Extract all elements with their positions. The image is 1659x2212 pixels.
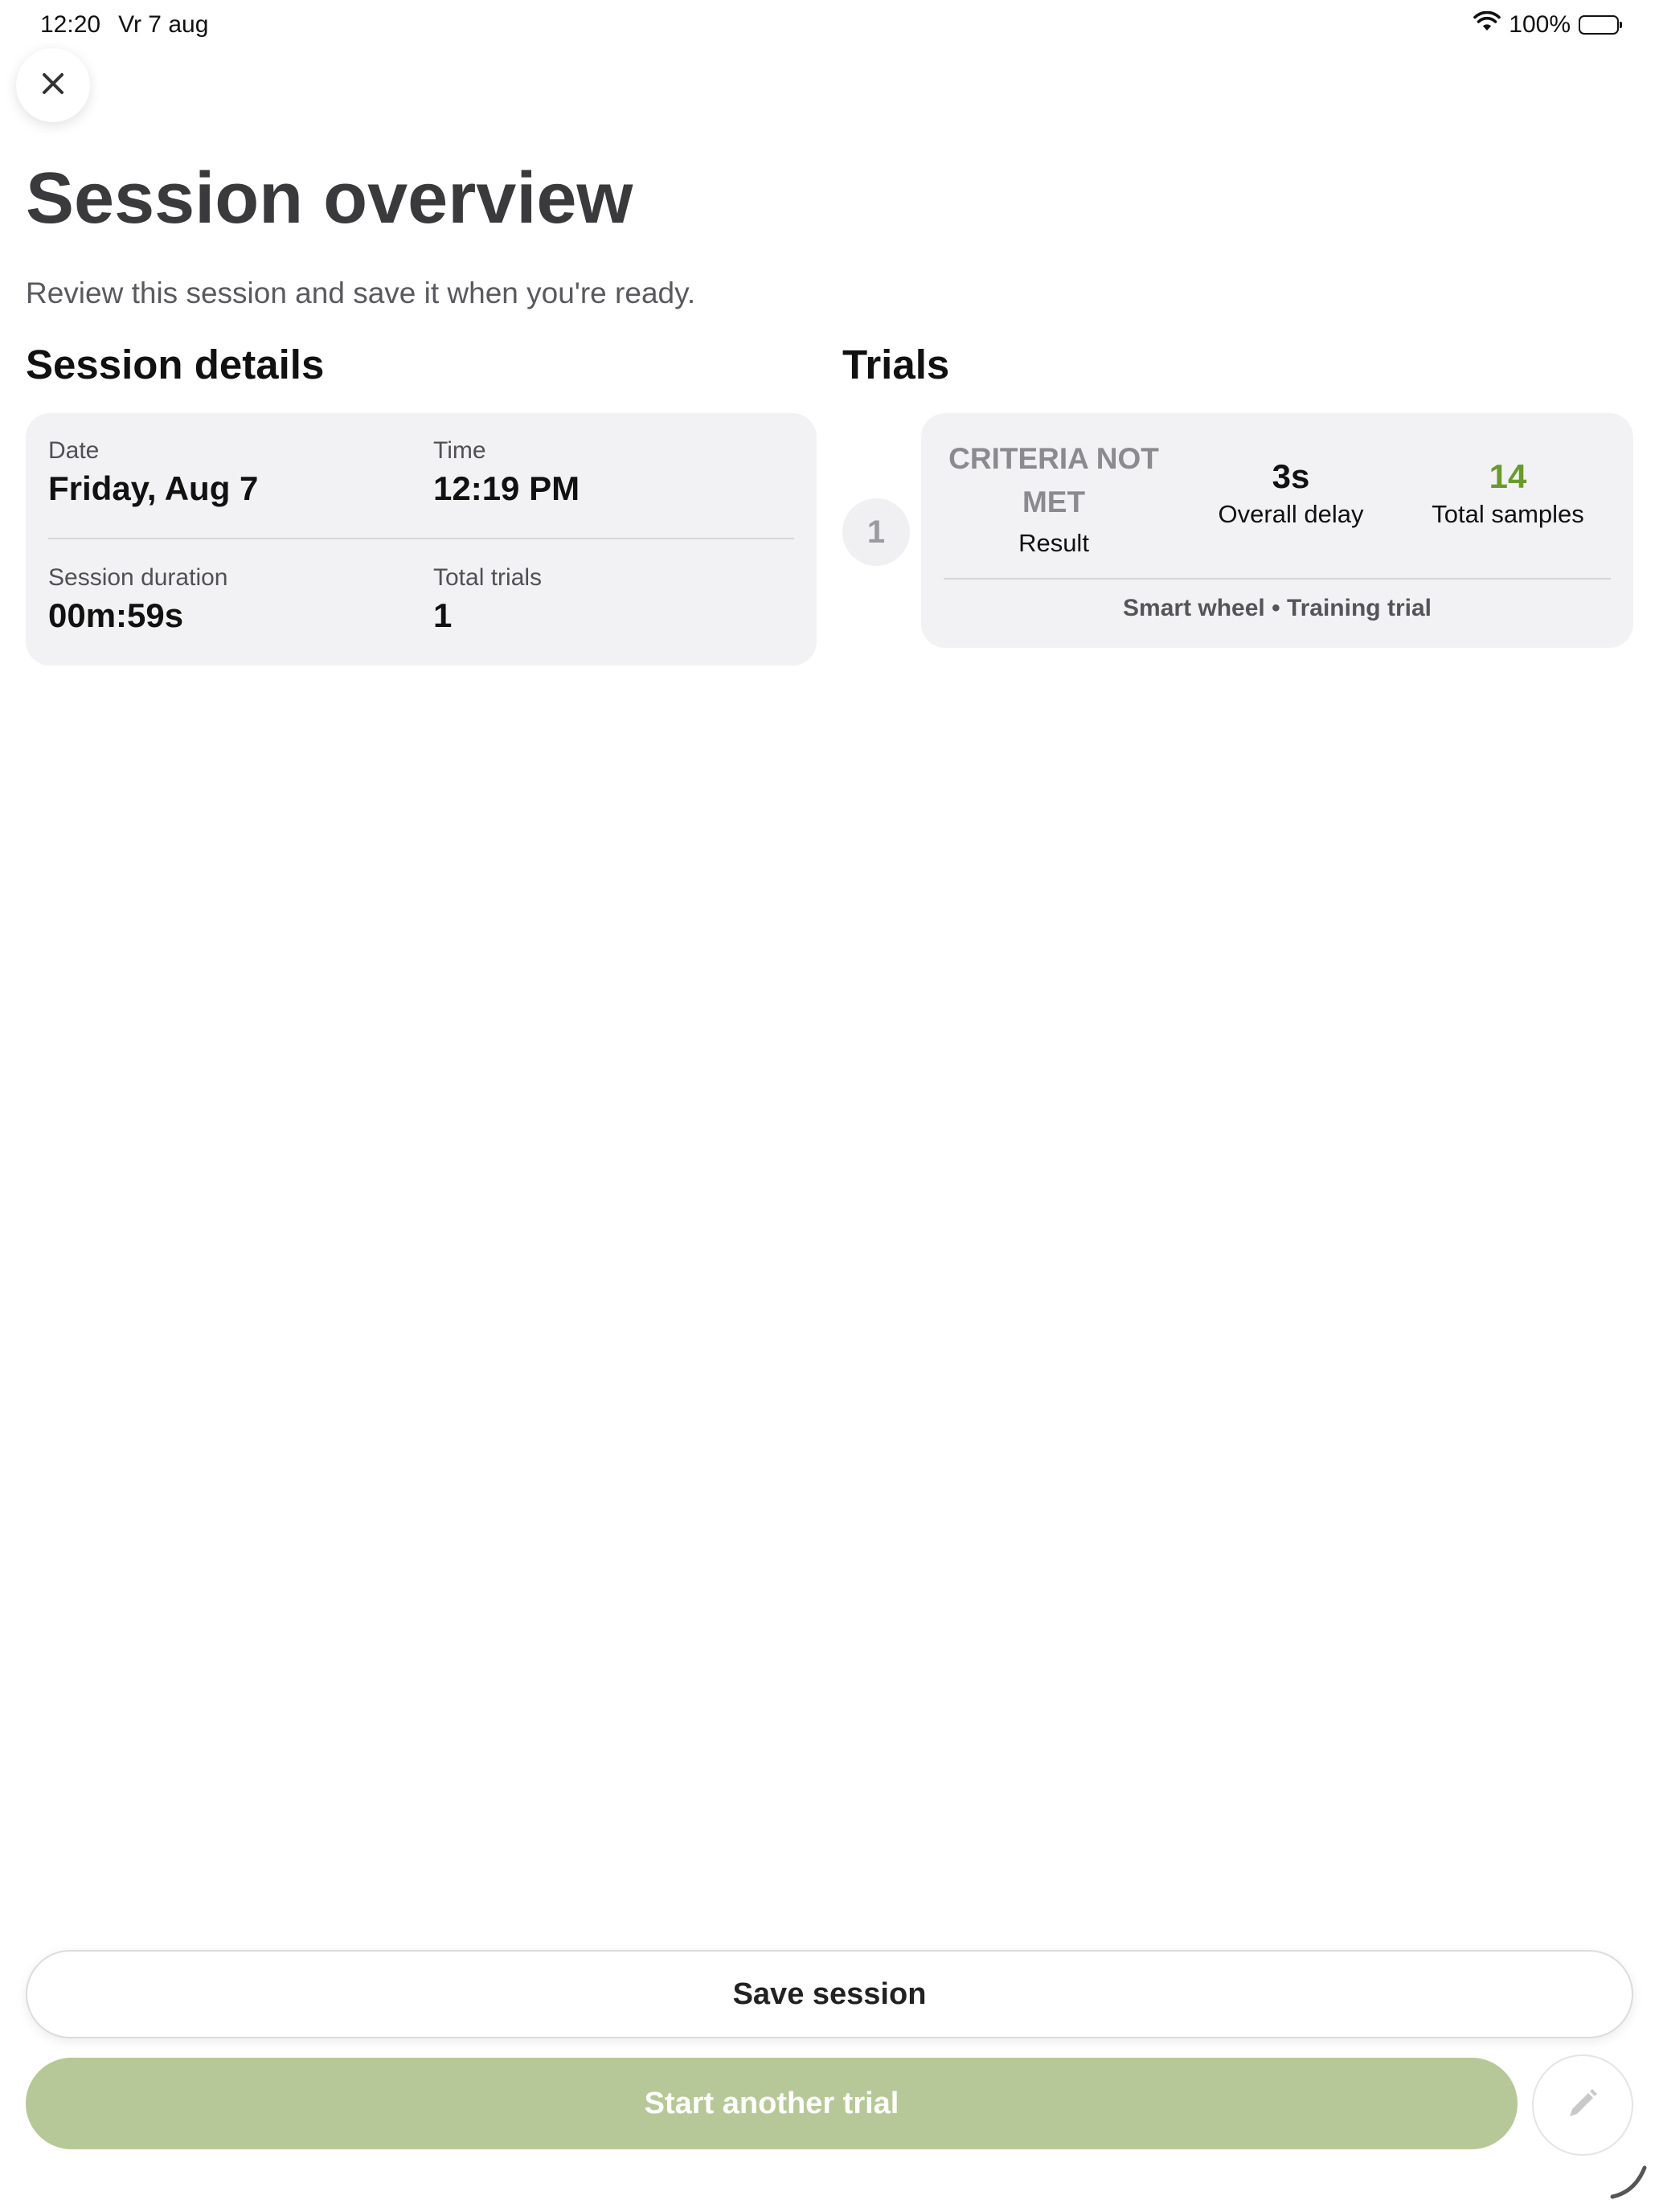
date-value: Friday, Aug 7 xyxy=(48,469,259,507)
close-button[interactable] xyxy=(16,48,90,122)
wifi-icon xyxy=(1473,10,1501,39)
edit-button[interactable] xyxy=(1532,2054,1633,2156)
total-trials-label: Total trials xyxy=(433,564,543,591)
status-bar-left: 12:20 Vr 7 aug xyxy=(40,11,208,39)
status-bar-right: 100% xyxy=(1473,10,1622,39)
page-subtitle: Review this session and save it when you… xyxy=(26,276,696,309)
save-session-button[interactable]: Save session xyxy=(26,1950,1633,2038)
trial-card[interactable]: CRITERIA NOT MET Result 3s Overall delay… xyxy=(921,413,1633,648)
trial-footer: Smart wheel • Training trial xyxy=(1123,595,1432,621)
trial-samples-label: Total samples xyxy=(1432,500,1584,529)
page-title: Session overview xyxy=(26,158,633,239)
trial-delay-label: Overall delay xyxy=(1218,500,1364,529)
trial-divider xyxy=(944,578,1611,580)
total-trials-detail: Total trials 1 xyxy=(433,564,542,635)
time-value: 12:19 PM xyxy=(433,469,580,507)
status-time: 12:20 xyxy=(40,11,101,38)
trial-result-value: CRITERIA NOT MET xyxy=(948,442,1159,518)
session-details-heading: Session details xyxy=(26,342,325,387)
trial-delay: 3s Overall delay xyxy=(1194,457,1387,529)
trial-result: CRITERIA NOT MET Result xyxy=(945,437,1162,558)
trial-samples: 14 Total samples xyxy=(1403,457,1612,529)
trial-delay-value: 3s xyxy=(1272,457,1310,495)
trials-heading: Trials xyxy=(842,342,950,387)
start-another-trial-button[interactable]: Start another trial xyxy=(26,2058,1518,2149)
time-label: Time xyxy=(433,437,486,464)
trial-samples-value: 14 xyxy=(1489,457,1527,495)
session-details-card: Date Friday, Aug 7 Time 12:19 PM Session… xyxy=(26,413,817,666)
date-detail: Date Friday, Aug 7 xyxy=(48,437,258,508)
trial-number-badge: 1 xyxy=(842,498,910,566)
duration-label: Session duration xyxy=(48,564,228,591)
duration-value: 00m:59s xyxy=(48,596,184,634)
status-date: Vr 7 aug xyxy=(118,11,209,38)
pencil-icon xyxy=(1565,2086,1600,2125)
trial-result-label: Result xyxy=(1018,529,1089,557)
battery-full-icon xyxy=(1579,15,1622,35)
close-icon xyxy=(41,72,65,100)
time-detail: Time 12:19 PM xyxy=(433,437,580,508)
date-label: Date xyxy=(48,437,100,464)
details-divider xyxy=(48,538,794,539)
scroll-corner-indicator xyxy=(1608,2160,1649,2206)
battery-percentage: 100% xyxy=(1509,11,1571,38)
duration-detail: Session duration 00m:59s xyxy=(48,564,227,635)
total-trials-value: 1 xyxy=(433,596,453,634)
